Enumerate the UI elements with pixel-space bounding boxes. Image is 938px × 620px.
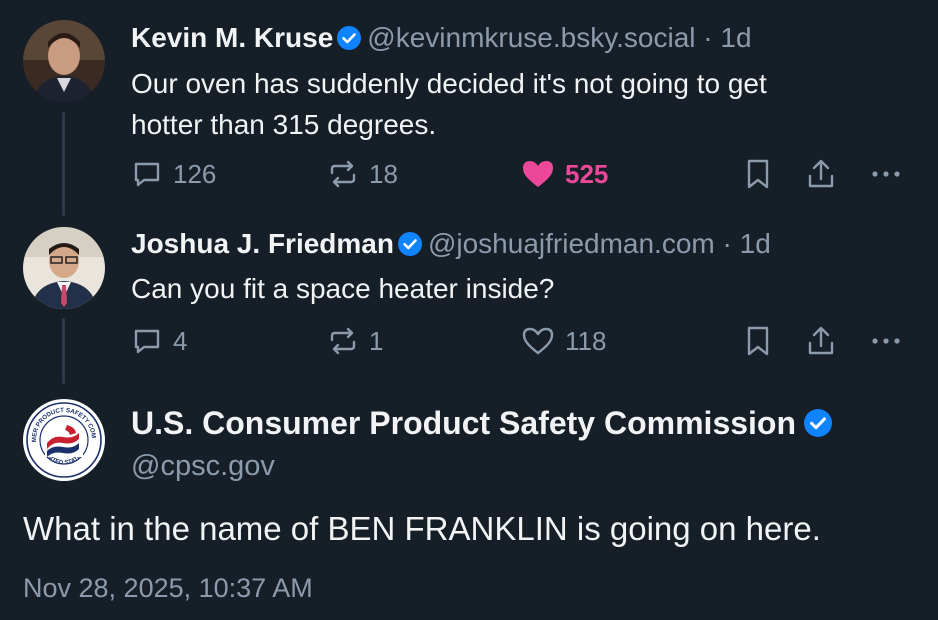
repost-count: 18 <box>369 158 398 189</box>
post-text-line: Our oven has suddenly decided it's not g… <box>131 68 767 99</box>
post-actions: 126 18 525 <box>131 156 911 192</box>
author-handle[interactable]: @cpsc.gov <box>131 449 275 483</box>
avatar[interactable]: CONSUMER PRODUCT SAFETY COMMISSION UNITE… <box>23 399 105 481</box>
verified-badge-icon[interactable] <box>804 407 833 445</box>
post-age[interactable]: 1d <box>720 22 751 53</box>
share-icon <box>805 158 837 190</box>
more-icon <box>869 158 903 190</box>
author-name-text[interactable]: U.S. Consumer Product Safety Commission <box>131 405 796 441</box>
author-handle[interactable]: @kevinmkruse.bsky.social <box>367 22 695 53</box>
reply-icon <box>131 325 163 357</box>
like-button[interactable]: 525 <box>521 156 608 192</box>
heart-icon <box>521 325 555 357</box>
separator: · <box>703 22 713 53</box>
more-options-button[interactable] <box>869 156 903 192</box>
repost-icon <box>327 158 359 190</box>
avatar[interactable] <box>23 227 105 309</box>
repost-button[interactable]: 18 <box>327 156 398 192</box>
reply-icon <box>131 158 163 190</box>
avatar[interactable] <box>23 20 105 102</box>
cpsc-seal-icon: CONSUMER PRODUCT SAFETY COMMISSION UNITE… <box>23 399 104 480</box>
post-actions: 4 1 118 <box>131 323 911 359</box>
like-count: 118 <box>565 325 607 356</box>
reply-button[interactable]: 4 <box>131 323 187 359</box>
post-text-line: Can you fit a space heater inside? <box>131 273 555 304</box>
more-icon <box>869 325 903 357</box>
verified-badge-icon[interactable] <box>397 230 422 264</box>
bookmark-button[interactable] <box>743 156 773 192</box>
verified-badge-icon[interactable] <box>337 24 362 58</box>
bookmark-icon <box>743 325 773 357</box>
share-button[interactable] <box>805 323 837 359</box>
more-options-button[interactable] <box>869 323 903 359</box>
author-name[interactable]: U.S. Consumer Product Safety Commission <box>131 404 838 445</box>
reply-count: 126 <box>173 158 217 189</box>
share-button[interactable] <box>805 156 837 192</box>
author-name[interactable]: Joshua J. Friedman <box>131 228 394 259</box>
like-button[interactable]: 118 <box>521 323 606 359</box>
post-text-line: hotter than 315 degrees. <box>131 109 437 140</box>
author-name[interactable]: Kevin M. Kruse <box>131 22 333 53</box>
post-age[interactable]: 1d <box>740 228 771 259</box>
reply-count: 4 <box>173 325 188 356</box>
heart-icon <box>521 158 555 190</box>
repost-icon <box>327 325 359 357</box>
post-text: Can you fit a space heater inside? <box>131 268 911 309</box>
post-text: What in the name of BEN FRANKLIN is goin… <box>23 510 821 547</box>
post-text: Our oven has suddenly decided it's not g… <box>131 63 911 145</box>
author-handle[interactable]: @joshuajfriedman.com <box>428 228 715 259</box>
thread-post[interactable]: Kevin M. Kruse @kevinmkruse.bsky.social ·… <box>0 0 938 210</box>
bookmark-icon <box>743 158 773 190</box>
separator: · <box>722 228 732 259</box>
bookmark-button[interactable] <box>743 323 773 359</box>
repost-count: 1 <box>369 325 384 356</box>
share-icon <box>805 325 837 357</box>
thread-post[interactable]: Joshua J. Friedman @joshuajfriedman.com ·… <box>0 210 938 390</box>
post-timestamp[interactable]: Nov 28, 2025, 10:37 AM <box>23 571 313 605</box>
post-header: Kevin M. Kruse @kevinmkruse.bsky.social ·… <box>131 21 752 58</box>
reply-button[interactable]: 126 <box>131 156 216 192</box>
like-count: 525 <box>565 158 609 189</box>
post-header: Joshua J. Friedman @joshuajfriedman.com ·… <box>131 227 771 264</box>
repost-button[interactable]: 1 <box>327 323 383 359</box>
